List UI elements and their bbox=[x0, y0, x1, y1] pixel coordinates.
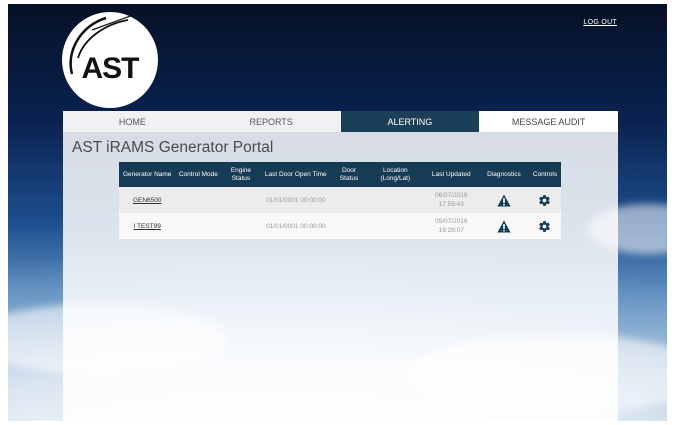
cell-control-mode bbox=[175, 213, 222, 239]
cell-last-updated: 06/07/2016 17:59:43 bbox=[423, 187, 479, 213]
col-last-updated: Last Updated bbox=[423, 162, 479, 187]
page-title: AST iRAMS Generator Portal bbox=[72, 139, 274, 156]
main-panel: HOME REPORTS ALERTING MESSAGE AUDIT AST … bbox=[63, 111, 618, 421]
nav-reports[interactable]: REPORTS bbox=[201, 111, 341, 132]
cell-door-status bbox=[330, 213, 368, 239]
ast-logo[interactable]: AST bbox=[62, 12, 158, 108]
cell-engine-status bbox=[221, 213, 261, 239]
col-last-door-open-time: Last Door Open Time bbox=[260, 162, 331, 187]
col-location: Location (Long/Lat) bbox=[367, 162, 424, 187]
col-controls: Controls bbox=[528, 162, 561, 187]
col-control-mode: Control Mode bbox=[175, 162, 222, 187]
logout-link[interactable]: LOG OUT bbox=[583, 19, 617, 26]
cell-generator: GEN6500 bbox=[119, 187, 176, 213]
cell-diagnostics bbox=[478, 213, 529, 239]
background: AST LOG OUT HOME REPORTS ALERTING MESSAG… bbox=[8, 4, 667, 421]
gear-icon[interactable] bbox=[538, 194, 551, 207]
warning-icon[interactable] bbox=[497, 194, 511, 207]
nav-message-audit[interactable]: MESSAGE AUDIT bbox=[479, 111, 618, 132]
cell-last-door-open: 01/01/0001 00:00:00 bbox=[260, 213, 331, 239]
col-engine-status: Engine Status bbox=[221, 162, 261, 187]
cell-engine-status bbox=[221, 187, 261, 213]
cell-control-mode bbox=[175, 187, 222, 213]
nav-alerting[interactable]: ALERTING bbox=[340, 111, 480, 132]
col-diagnostics: Diagnostics bbox=[478, 162, 529, 187]
cell-controls bbox=[528, 187, 561, 213]
cell-diagnostics bbox=[478, 187, 529, 213]
table-row: GEN6500 01/01/0001 00:00:00 06/07/2016 1… bbox=[119, 187, 561, 213]
warning-icon[interactable] bbox=[497, 220, 511, 233]
cell-last-updated: 05/07/2016 19:26:07 bbox=[423, 213, 479, 239]
col-door-status: Door Status bbox=[330, 162, 368, 187]
table-header-row: Generator Name Control Mode Engine Statu… bbox=[119, 162, 561, 187]
cell-location bbox=[367, 213, 424, 239]
cell-last-door-open: 01/01/0001 00:00:00 bbox=[260, 187, 331, 213]
cell-location bbox=[367, 187, 424, 213]
logo-swoosh-icon bbox=[69, 13, 137, 75]
main-nav: HOME REPORTS ALERTING MESSAGE AUDIT bbox=[63, 111, 618, 132]
gear-icon[interactable] bbox=[538, 220, 551, 233]
cell-controls bbox=[528, 213, 561, 239]
table-row: I TEST99 01/01/0001 00:00:00 05/07/2016 … bbox=[119, 213, 561, 239]
generator-table: Generator Name Control Mode Engine Statu… bbox=[119, 162, 561, 239]
cell-generator: I TEST99 bbox=[119, 213, 176, 239]
nav-home[interactable]: HOME bbox=[63, 111, 202, 132]
col-generator-name: Generator Name bbox=[119, 162, 176, 187]
generator-link[interactable]: I TEST99 bbox=[134, 223, 161, 230]
generator-link[interactable]: GEN6500 bbox=[133, 197, 162, 204]
cell-door-status bbox=[330, 187, 368, 213]
